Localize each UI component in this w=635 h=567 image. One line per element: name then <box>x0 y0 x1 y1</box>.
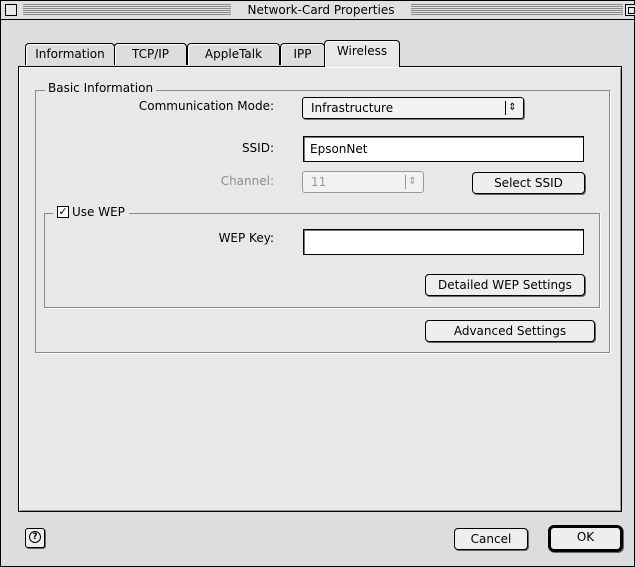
tab-wireless[interactable]: Wireless <box>324 40 400 67</box>
ok-button[interactable]: OK <box>548 525 623 552</box>
wep-key-label: WEP Key: <box>218 231 274 245</box>
basic-information-label: Basic Information <box>45 81 157 95</box>
use-wep-checkbox[interactable]: ✓ <box>57 206 69 218</box>
communication-mode-value: Infrastructure <box>311 101 394 115</box>
select-ssid-button[interactable]: Select SSID <box>472 172 585 194</box>
advanced-settings-button[interactable]: Advanced Settings <box>425 320 595 342</box>
ssid-label: SSID: <box>241 141 274 155</box>
zoom-box-icon[interactable] <box>625 4 635 16</box>
detailed-wep-settings-button[interactable]: Detailed WEP Settings <box>425 274 585 296</box>
updown-arrows-icon: ⇕ <box>405 175 419 189</box>
window-title: Network-Card Properties <box>231 3 411 17</box>
help-button[interactable]: ? <box>25 528 45 548</box>
ssid-field[interactable]: EpsonNet <box>303 136 584 162</box>
wep-key-field[interactable] <box>303 229 584 255</box>
updown-arrows-icon: ⇕ <box>505 101 519 115</box>
title-bar[interactable]: Network-Card Properties <box>1 1 635 20</box>
communication-mode-label: Communication Mode: <box>138 99 274 113</box>
communication-mode-popup[interactable]: Infrastructure ⇕ <box>302 97 524 119</box>
title-stripes-right <box>411 4 623 16</box>
tab-ipp[interactable]: IPP <box>280 43 325 65</box>
network-card-properties-window: Network-Card Properties Information TCP/… <box>0 0 635 567</box>
close-box-icon[interactable] <box>5 4 17 16</box>
channel-popup[interactable]: 11 ⇕ <box>302 171 424 193</box>
title-stripes-left <box>23 4 231 16</box>
cancel-button[interactable]: Cancel <box>454 528 528 550</box>
use-wep-label: Use WEP <box>72 205 125 219</box>
tab-information[interactable]: Information <box>25 43 115 65</box>
tab-tcpip[interactable]: TCP/IP <box>114 43 187 65</box>
channel-value: 11 <box>311 175 327 189</box>
channel-label: Channel: <box>220 174 274 188</box>
tab-appletalk[interactable]: AppleTalk <box>187 43 280 65</box>
help-icon: ? <box>29 531 41 543</box>
checkmark-icon: ✓ <box>58 205 68 218</box>
